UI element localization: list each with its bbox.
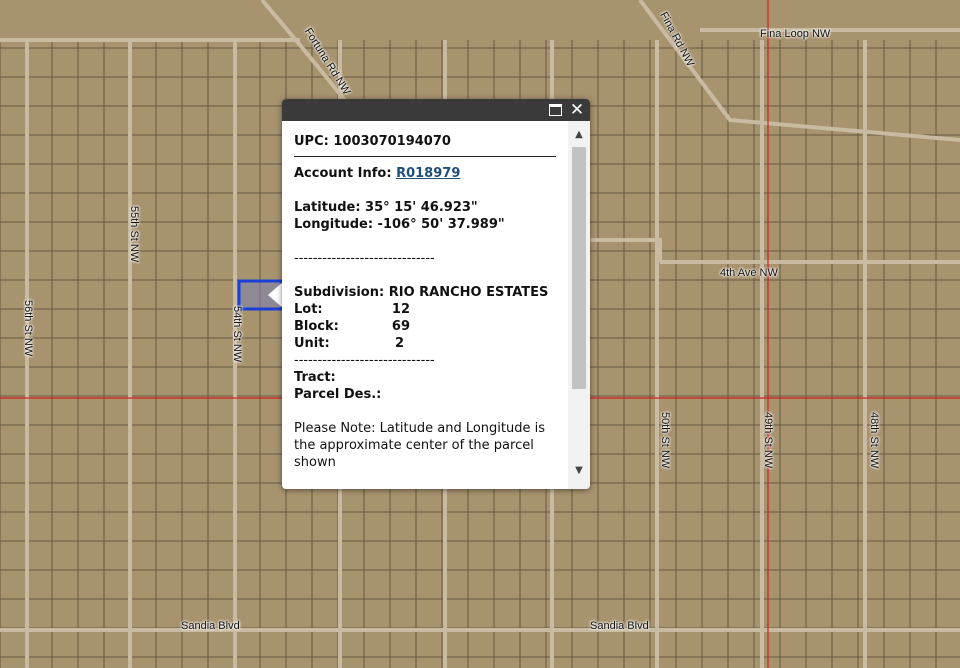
lot-label: Lot: <box>294 302 323 317</box>
close-icon[interactable]: ✕ <box>568 101 586 119</box>
lot-row: Lot: 12 <box>294 301 556 318</box>
upc-text: UPC: 1003070194070 <box>294 134 451 149</box>
unit-value: 2 <box>394 336 404 351</box>
lot-value: 12 <box>391 302 410 317</box>
road-label-55th: 55th St NW <box>128 206 140 263</box>
road-label-48th: 48th St NW <box>868 412 880 469</box>
popup-body: UPC: 1003070194070 Account Info: R018979… <box>282 121 568 489</box>
block-value: 69 <box>391 319 410 334</box>
account-info: Account Info: R018979 <box>294 165 556 182</box>
latitude-text: Latitude: 35° 15' 46.923" <box>294 200 478 215</box>
road-label-fina-loop: Fina Loop NW <box>760 28 831 40</box>
scroll-up-icon[interactable]: ▲ <box>568 125 590 145</box>
popup-scrollbar[interactable]: ▲ ▼ <box>568 121 590 489</box>
divider <box>294 156 556 157</box>
account-label: Account Info: <box>294 166 392 181</box>
road-label-50th: 50th St NW <box>659 412 671 469</box>
scroll-thumb[interactable] <box>572 147 586 389</box>
unit-label: Unit: <box>294 336 330 351</box>
parcel-info-popup: ✕ UPC: 1003070194070 Account Info: R0189… <box>282 99 590 489</box>
separator-2: ------------------------------ <box>294 353 435 368</box>
road-label-56th: 56th St NW <box>22 300 34 357</box>
road-label-54th: 54th St NW <box>231 306 243 363</box>
note-text: Please Note: Latitude and Longitude is t… <box>294 421 546 470</box>
block-row: Block: 69 <box>294 318 556 335</box>
popup-header: ✕ <box>282 99 590 121</box>
maximize-icon[interactable] <box>546 101 564 119</box>
block-label: Block: <box>294 319 339 334</box>
road-label-sandia-east: Sandia Blvd <box>590 620 649 632</box>
road-label-sandia-west: Sandia Blvd <box>181 620 240 632</box>
tract-label: Tract: <box>294 370 336 385</box>
scroll-down-icon[interactable]: ▼ <box>568 461 590 481</box>
separator-1: ------------------------------ <box>294 251 435 266</box>
longitude-text: Longitude: -106° 50' 37.989" <box>294 217 505 232</box>
account-link[interactable]: R018979 <box>396 166 460 181</box>
parcel-des-label: Parcel Des.: <box>294 387 382 402</box>
subdivision-value: RIO RANCHO ESTATES <box>388 285 549 300</box>
subdivision-label: Subdivision: <box>294 285 385 300</box>
unit-row: Unit: 2 <box>294 335 556 352</box>
road-label-4th-ave: 4th Ave NW <box>720 267 778 279</box>
road-label-49th: 49th St NW <box>762 412 774 469</box>
subdivision: Subdivision: RIO RANCHO ESTATES <box>294 284 556 301</box>
